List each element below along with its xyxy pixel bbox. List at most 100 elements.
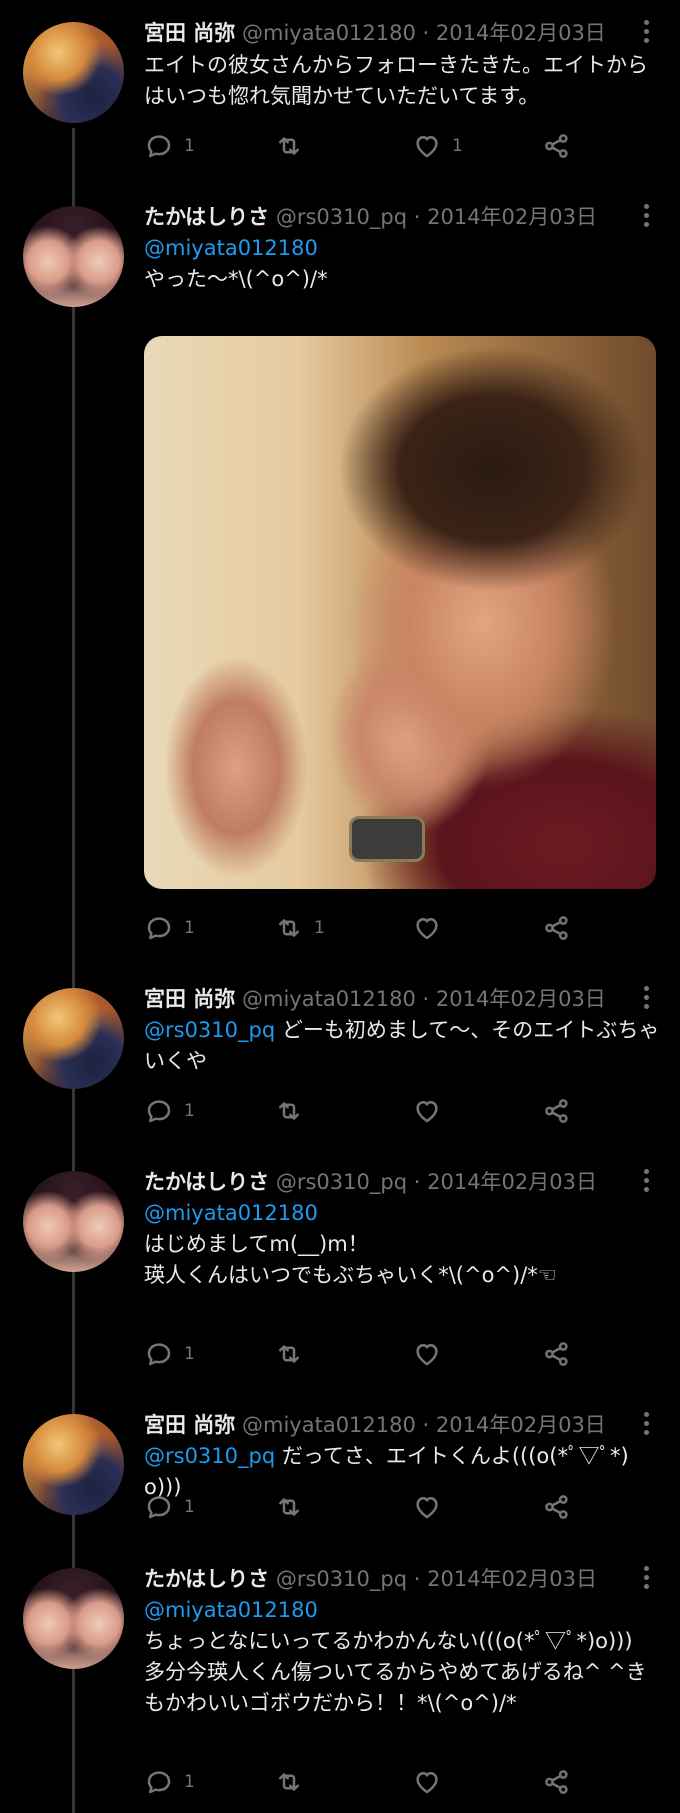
more-icon[interactable] — [644, 1566, 650, 1592]
share-button[interactable] — [542, 911, 572, 945]
tweet-photo[interactable] — [144, 336, 656, 889]
tweet-header: たかはしりさ @rs0310_pq · 2014年02月03日 — [144, 202, 640, 232]
heart-icon — [416, 136, 438, 158]
retweet-count: 1 — [314, 918, 325, 938]
display-name[interactable]: たかはしりさ — [144, 1567, 269, 1591]
reply-mention[interactable]: @miyata012180 — [144, 236, 318, 260]
separator: · — [413, 1170, 421, 1194]
reply-mention[interactable]: @rs0310_pq — [144, 1444, 275, 1468]
tweet-date[interactable]: 2014年02月03日 — [427, 1170, 597, 1194]
share-button[interactable] — [542, 1490, 572, 1524]
share-icon — [545, 1495, 568, 1519]
tweet-body: やった〜*\(^o^)/* — [144, 267, 328, 291]
heart-icon — [416, 918, 438, 940]
tweet-actions: 1 1 — [144, 911, 584, 945]
tweet-date[interactable]: 2014年02月03日 — [427, 205, 597, 229]
display-name[interactable]: 宮田 尚弥 — [144, 21, 235, 45]
avatar[interactable] — [23, 206, 124, 307]
avatar[interactable] — [23, 22, 124, 123]
tweet-text: @rs0310_pq どーも初めまして〜、そのエイトぶちゃいくや — [144, 1015, 664, 1077]
separator: · — [422, 21, 430, 45]
more-icon[interactable] — [644, 20, 650, 46]
reply-button[interactable]: 1 — [144, 1765, 195, 1799]
tweet-actions: 1 — [144, 1337, 584, 1371]
avatar[interactable] — [23, 988, 124, 1089]
retweet-button[interactable] — [274, 1765, 314, 1799]
reply-count: 1 — [184, 1772, 195, 1792]
reply-count: 1 — [184, 136, 195, 156]
reply-button[interactable]: 1 — [144, 1490, 195, 1524]
like-button[interactable] — [412, 911, 452, 945]
display-name[interactable]: たかはしりさ — [144, 205, 269, 229]
reply-button[interactable]: 1 — [144, 1337, 195, 1371]
user-handle[interactable]: @rs0310_pq — [276, 1567, 407, 1591]
user-handle[interactable]: @rs0310_pq — [276, 1170, 407, 1194]
separator: · — [422, 1413, 430, 1437]
like-button[interactable]: 1 — [412, 129, 463, 163]
tweet-date[interactable]: 2014年02月03日 — [436, 987, 606, 1011]
retweet-icon — [279, 137, 299, 155]
user-handle[interactable]: @miyata012180 — [242, 21, 416, 45]
tweet-text: エイトの彼女さんからフォローきたきた。エイトからはいつも惚れ気聞かせていただいて… — [144, 50, 664, 112]
reply-icon — [147, 1496, 171, 1519]
display-name[interactable]: 宮田 尚弥 — [144, 1413, 235, 1437]
like-button[interactable] — [412, 1490, 452, 1524]
tweet-header: たかはしりさ @rs0310_pq · 2014年02月03日 — [144, 1167, 640, 1197]
share-icon — [545, 134, 568, 158]
tweet-header: たかはしりさ @rs0310_pq · 2014年02月03日 — [144, 1564, 640, 1594]
avatar[interactable] — [23, 1414, 124, 1515]
user-handle[interactable]: @miyata012180 — [242, 1413, 416, 1437]
share-button[interactable] — [542, 1765, 572, 1799]
display-name[interactable]: 宮田 尚弥 — [144, 987, 235, 1011]
user-handle[interactable]: @rs0310_pq — [276, 205, 407, 229]
tweet-body: ちょっとなにいってるかわかんない(((o(*ﾟ▽ﾟ*)o))) 多分今瑛人くん傷… — [144, 1629, 647, 1715]
tweet-date[interactable]: 2014年02月03日 — [427, 1567, 597, 1591]
reply-mention[interactable]: @miyata012180 — [144, 1598, 318, 1622]
reply-icon — [147, 1343, 171, 1366]
tweet-actions: 1 — [144, 1765, 584, 1799]
retweet-icon — [279, 919, 299, 937]
tweet-actions: 1 1 — [144, 129, 584, 163]
tweet-text: @miyata012180 ちょっとなにいってるかわかんない(((o(*ﾟ▽ﾟ*… — [144, 1595, 664, 1719]
tweet-actions: 1 — [144, 1490, 584, 1524]
tweet-text: @miyata012180 はじめましてm(__)m！ 瑛人くんはいつでもぶちゃ… — [144, 1198, 664, 1291]
tweet-actions: 1 — [144, 1094, 584, 1128]
tweet-header: 宮田 尚弥 @miyata012180 · 2014年02月03日 — [144, 984, 640, 1014]
share-icon — [545, 1770, 568, 1794]
retweet-button[interactable] — [274, 129, 314, 163]
tweet-date[interactable]: 2014年02月03日 — [436, 21, 606, 45]
reply-mention[interactable]: @rs0310_pq — [144, 1018, 275, 1042]
tweet-body: エイトの彼女さんからフォローきたきた。エイトからはいつも惚れ気聞かせていただいて… — [144, 53, 648, 108]
user-handle[interactable]: @miyata012180 — [242, 987, 416, 1011]
retweet-button[interactable] — [274, 1094, 314, 1128]
retweet-button[interactable]: 1 — [274, 911, 325, 945]
more-icon[interactable] — [644, 204, 650, 230]
more-icon[interactable] — [644, 986, 650, 1012]
retweet-button[interactable] — [274, 1490, 314, 1524]
share-icon — [545, 1099, 568, 1123]
reply-button[interactable]: 1 — [144, 129, 195, 163]
share-button[interactable] — [542, 1337, 572, 1371]
reply-button[interactable]: 1 — [144, 1094, 195, 1128]
more-icon[interactable] — [644, 1169, 650, 1195]
heart-icon — [416, 1772, 438, 1794]
reply-mention[interactable]: @miyata012180 — [144, 1201, 318, 1225]
reply-icon — [147, 1771, 171, 1794]
tweet-date[interactable]: 2014年02月03日 — [436, 1413, 606, 1437]
retweet-button[interactable] — [274, 1337, 314, 1371]
display-name[interactable]: たかはしりさ — [144, 1170, 269, 1194]
like-button[interactable] — [412, 1337, 452, 1371]
reply-count: 1 — [184, 1344, 195, 1364]
share-button[interactable] — [542, 1094, 572, 1128]
like-button[interactable] — [412, 1765, 452, 1799]
like-button[interactable] — [412, 1094, 452, 1128]
retweet-icon — [279, 1102, 299, 1120]
avatar[interactable] — [23, 1171, 124, 1272]
more-icon[interactable] — [644, 1412, 650, 1438]
reply-button[interactable]: 1 — [144, 911, 195, 945]
avatar[interactable] — [23, 1568, 124, 1669]
share-button[interactable] — [542, 129, 572, 163]
reply-icon — [147, 135, 171, 158]
tweet-header: 宮田 尚弥 @miyata012180 · 2014年02月03日 — [144, 1410, 640, 1440]
tweet-body: はじめましてm(__)m！ 瑛人くんはいつでもぶちゃいく*\(^o^)/*☜ — [144, 1232, 557, 1287]
